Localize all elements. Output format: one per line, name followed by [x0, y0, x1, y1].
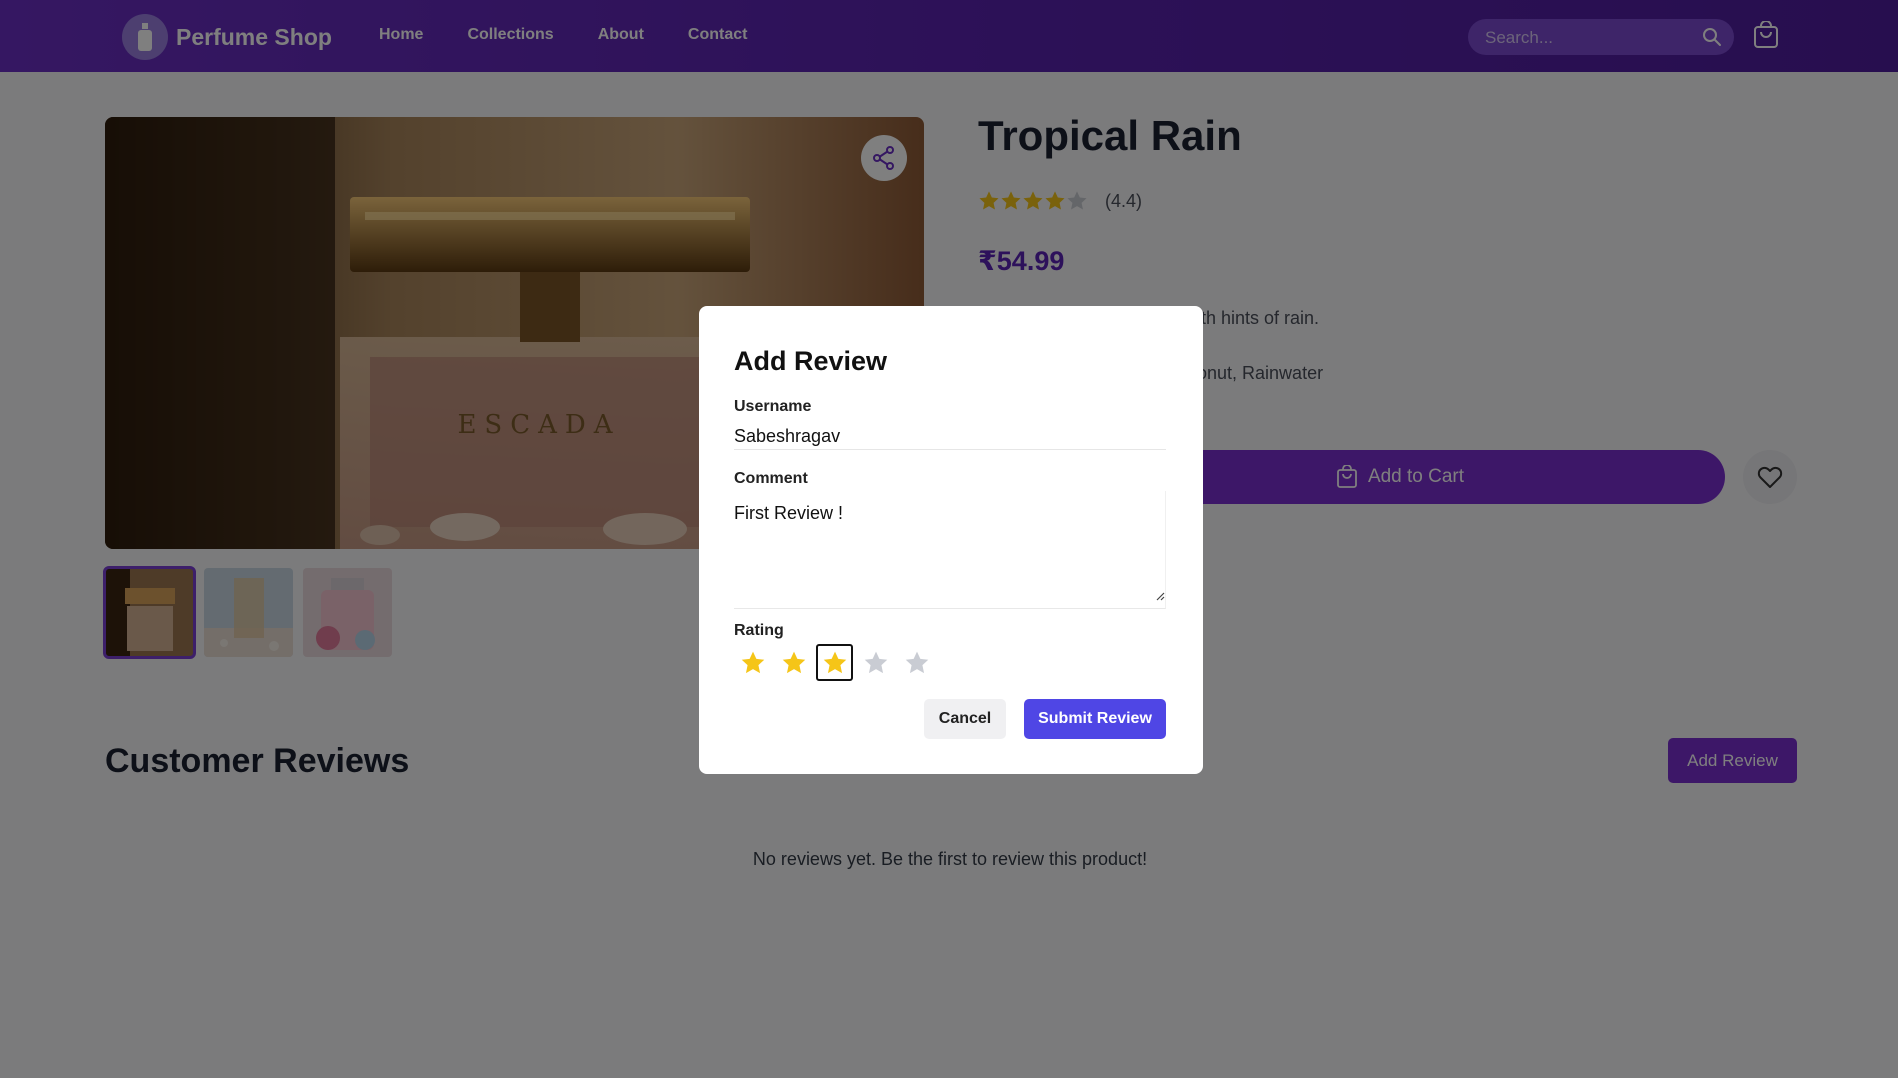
submit-review-button[interactable]: Submit Review: [1024, 699, 1166, 739]
star-1-button[interactable]: [734, 644, 771, 681]
resize-grip-icon[interactable]: [1155, 588, 1165, 606]
rating-label: Rating: [734, 622, 784, 639]
username-field[interactable]: Sabeshragav: [734, 426, 840, 447]
add-review-modal: Add Review Username Sabeshragav Comment …: [699, 306, 1203, 774]
star-2-button[interactable]: [775, 644, 812, 681]
comment-textarea[interactable]: First Review !: [734, 491, 1166, 609]
username-field-border: [734, 449, 1166, 450]
star-4-button[interactable]: [857, 644, 894, 681]
star-icon: [905, 651, 928, 673]
star-icon: [782, 651, 805, 673]
star-icon: [823, 651, 846, 673]
star-icon: [741, 651, 764, 673]
star-3-button[interactable]: [816, 644, 853, 681]
comment-label: Comment: [734, 470, 808, 487]
rating-selector: [734, 644, 935, 681]
star-icon: [864, 651, 887, 673]
modal-title: Add Review: [734, 346, 888, 376]
username-label: Username: [734, 398, 812, 415]
star-5-button[interactable]: [898, 644, 935, 681]
cancel-button[interactable]: Cancel: [924, 699, 1006, 739]
comment-value: First Review !: [734, 503, 844, 523]
